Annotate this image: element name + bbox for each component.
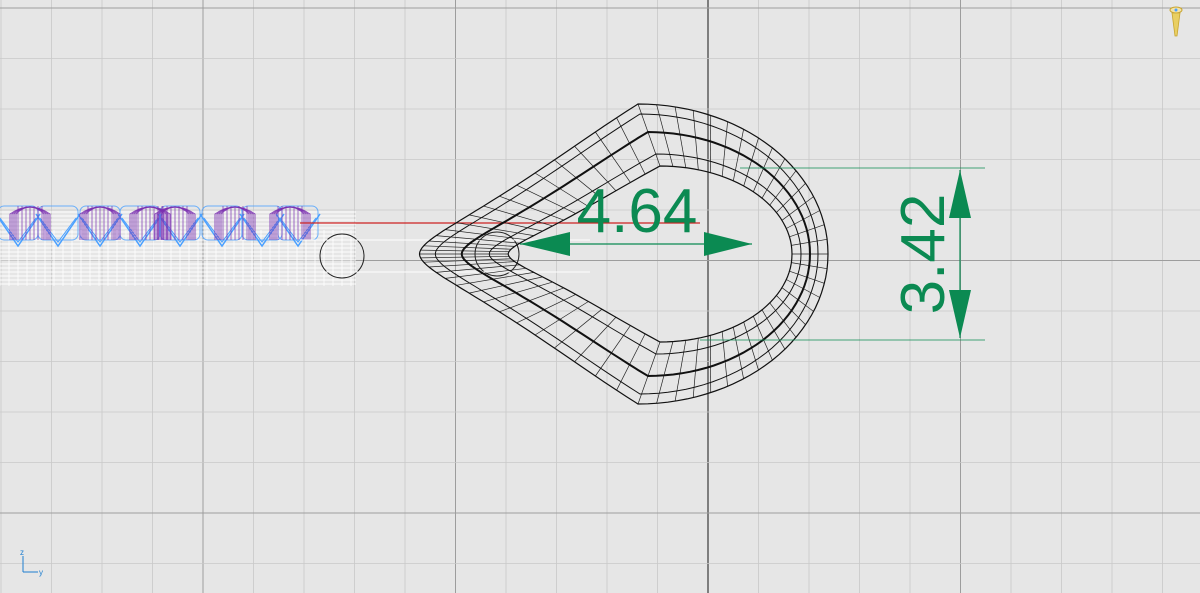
bail-wire (456, 222, 534, 236)
bail-wire (456, 272, 534, 286)
bail-wire (499, 195, 564, 221)
bail-wire (674, 340, 687, 402)
vertical-dimension-label: 3.42 (889, 194, 958, 315)
dim-arrow-left (520, 232, 570, 256)
bail-wire (692, 338, 699, 398)
bail-wire (534, 301, 589, 336)
bail-wire (420, 249, 509, 253)
bail-wire (483, 281, 553, 303)
bail-wire (420, 255, 509, 259)
viewport-svg[interactable]: 4.64 3.42 z y (0, 0, 1200, 593)
viewport-canvas[interactable]: 4.64 3.42 z y (0, 0, 1200, 593)
grid (0, 0, 1200, 593)
bail-wire (656, 341, 674, 404)
pin-icon[interactable] (1169, 6, 1183, 37)
bail-wire (692, 110, 699, 170)
horizontal-dimension-label: 4.64 (577, 177, 698, 246)
bail-wire (656, 104, 674, 167)
axis-y-label: y (39, 568, 43, 577)
bail-wire (674, 106, 687, 168)
dim-arrow-right (704, 232, 752, 256)
bail-wire (499, 287, 564, 313)
bail-wireframe[interactable] (418, 103, 829, 405)
vertical-dimension[interactable]: 3.42 (700, 167, 985, 341)
axis-z-label: z (20, 548, 24, 557)
axis-indicator: z y (20, 548, 43, 577)
